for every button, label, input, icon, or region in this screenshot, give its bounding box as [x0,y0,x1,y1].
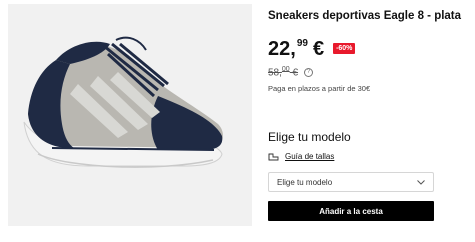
info-icon[interactable]: ? [304,67,314,77]
model-heading: Elige tu modelo [268,130,351,144]
product-info-panel: Sneakers deportivas Eagle 8 - plata 22, … [268,0,468,242]
size-guide[interactable]: Guía de tallas [268,152,334,161]
price-integer: 22, [268,38,296,60]
discount-badge: -60% [333,43,356,54]
price: 22, 99 € -60% [268,38,356,60]
old-price: 58,00 € [268,66,299,79]
price-currency: € [312,38,325,60]
price-decimals: 99 [296,38,308,49]
size-guide-icon [268,152,279,161]
sneaker-illustration [23,36,223,168]
size-guide-link[interactable]: Guía de tallas [285,152,334,161]
product-image[interactable] [8,4,252,226]
add-to-cart-button[interactable]: Añadir a la cesta [268,201,434,221]
chevron-down-icon [417,179,425,185]
model-select[interactable]: Elige tu modelo [268,172,434,192]
old-price-row: 58,00 € ? [268,66,314,79]
product-title: Sneakers deportivas Eagle 8 - plata [268,10,462,22]
model-select-value: Elige tu modelo [277,177,333,187]
installments-text: Paga en plazos a partir de 30€ [268,84,371,93]
